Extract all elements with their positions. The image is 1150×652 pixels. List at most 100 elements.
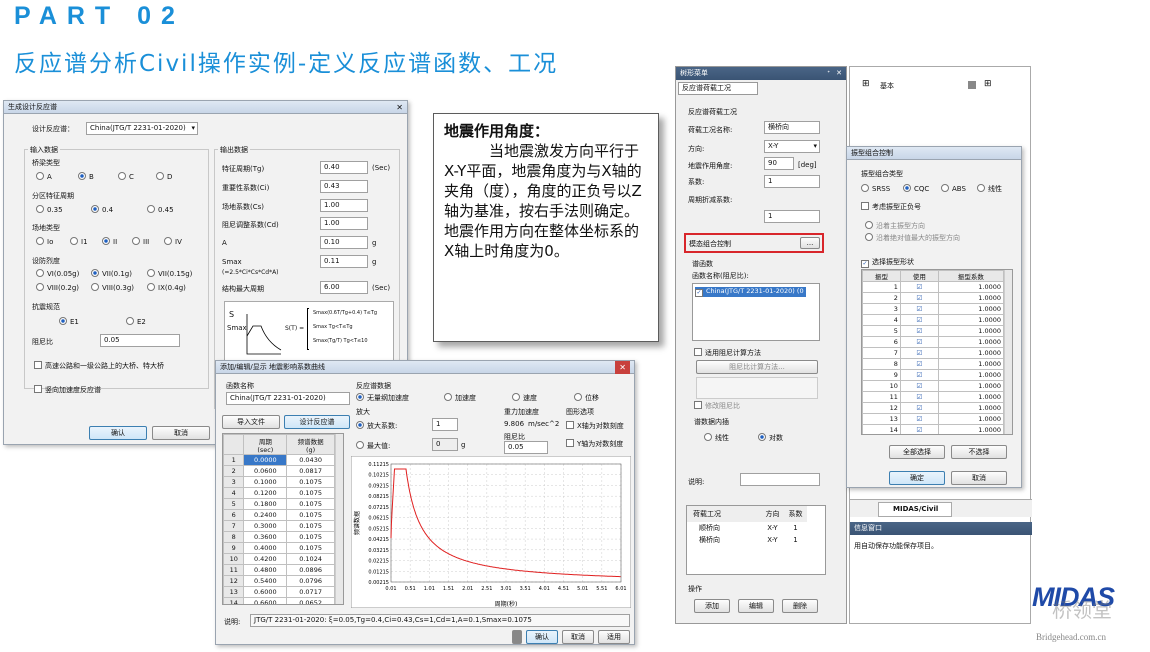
table-row[interactable]: 8 ☑ 1.0000	[862, 358, 1005, 370]
intensity-radio-1[interactable]: VI(0.05g)	[36, 269, 79, 278]
mode-ok-button[interactable]: 确定	[889, 471, 945, 485]
table-row[interactable]: 4 ☑ 1.0000	[862, 314, 1005, 326]
dir-select[interactable]: X-Y ▾	[764, 140, 820, 153]
period-radio-04[interactable]: 0.4	[91, 205, 113, 214]
use-checkbox[interactable]: ☑	[899, 325, 939, 337]
x-log-checkbox[interactable]: X轴为对数刻度	[566, 421, 624, 431]
linear-radio[interactable]: 线性	[977, 184, 1002, 194]
bridge-radio-d[interactable]: D	[156, 172, 172, 181]
mode-sign-checkbox[interactable]: 考虑振型正负号	[861, 202, 921, 212]
period-input[interactable]: 1	[764, 210, 820, 223]
table-row[interactable]: 10 ☑ 1.0000	[862, 380, 1005, 392]
hierarchy-icon-2[interactable]: ⊞	[984, 79, 992, 89]
sign-opt1-radio[interactable]: 沿着主振型方向	[865, 221, 925, 231]
fn-damp-input[interactable]: 0.05	[504, 441, 548, 454]
damping-method-checkbox[interactable]: 适用阻尼计算方法	[694, 348, 761, 358]
close-icon[interactable]: ✕	[396, 101, 403, 114]
data-radio-accel[interactable]: 加速度	[444, 393, 476, 403]
use-checkbox[interactable]: ☑	[899, 314, 939, 326]
max-value-radio[interactable]: 最大值:	[356, 441, 390, 451]
use-checkbox[interactable]: ☑	[899, 292, 939, 304]
damping-method-button[interactable]: 阻尼比计算方法...	[696, 360, 818, 374]
table-row[interactable]: 14 ☑ 1.0000	[862, 424, 1005, 434]
intensity-radio-3[interactable]: VII(0.15g)	[147, 269, 192, 278]
intensity-radio-6[interactable]: IX(0.4g)	[147, 283, 186, 292]
table-row[interactable]: 6 ☑ 1.0000	[862, 336, 1005, 348]
out-value[interactable]: 6.00	[320, 281, 368, 294]
bridge-radio-a[interactable]: A	[36, 172, 52, 181]
table-row[interactable]: 6 0.2400 0.1075	[223, 509, 335, 521]
use-checkbox[interactable]: ☑	[899, 281, 939, 293]
out-value[interactable]: 1.00	[320, 199, 368, 212]
lc-name-input[interactable]: 横桥向	[764, 121, 820, 134]
fn-name-input[interactable]: China(JTG/T 2231-01-2020)	[226, 392, 350, 405]
site-radio-io[interactable]: Io	[36, 237, 53, 246]
use-checkbox[interactable]: ☑	[899, 336, 939, 348]
grid-scrollbar[interactable]	[335, 434, 343, 604]
use-checkbox[interactable]: ☑	[899, 303, 939, 315]
close-icon[interactable]: ✕	[615, 361, 630, 374]
period-radio-035[interactable]: 0.35	[36, 205, 63, 214]
spectrum-data-grid[interactable]: 周期 (sec) 频谱数据 (g) 1 0.0000 0.0430 2 0.0600 0.08…	[222, 433, 344, 605]
table-row[interactable]: 12 ☑ 1.0000	[862, 402, 1005, 414]
table-row[interactable]: 7 ☑ 1.0000	[862, 347, 1005, 359]
table-row[interactable]: 1 ☑ 1.0000	[862, 281, 1005, 293]
data-radio-velocity[interactable]: 速度	[512, 393, 537, 403]
out-value[interactable]: 0.40	[320, 161, 368, 174]
use-checkbox[interactable]: ☑	[899, 391, 939, 403]
use-checkbox[interactable]: ☑	[899, 347, 939, 359]
import-file-button[interactable]: 导入文件	[222, 415, 280, 429]
code-radio-e1[interactable]: E1	[59, 317, 79, 326]
table-row[interactable]: 13 0.6000 0.0717	[223, 586, 335, 598]
fn-ok-button[interactable]: 确认	[526, 630, 558, 644]
design-spectrum-button[interactable]: 设计反应谱	[284, 415, 350, 429]
select-none-button[interactable]: 不选择	[951, 445, 1007, 459]
intensity-radio-2[interactable]: VII(0.1g)	[91, 269, 132, 278]
table-row[interactable]: 2 0.0600 0.0817	[223, 465, 335, 477]
table-row[interactable]: 9 0.4000 0.1075	[223, 542, 335, 554]
ok-button[interactable]: 确认	[89, 426, 147, 440]
bridge-radio-b[interactable]: B	[78, 172, 94, 181]
site-radio-i1[interactable]: I1	[70, 237, 88, 246]
close-icon[interactable]: ✕	[836, 67, 842, 80]
use-checkbox[interactable]: ☑	[899, 424, 939, 434]
intensity-radio-5[interactable]: VIII(0.3g)	[91, 283, 134, 292]
amp-factor-input[interactable]: 1	[432, 418, 458, 431]
spectrum-function-list[interactable]: China(JTG/T 2231-01-2020) (0	[692, 283, 820, 341]
mode-grid[interactable]: 振型 使用 振型系数 1 ☑ 1.0000 2 ☑ 1.0000 3 ☑ 1.0000 4 ☑ 1.0…	[861, 269, 1013, 435]
table-row[interactable]: 12 0.5400 0.0796	[223, 575, 335, 587]
add-button[interactable]: 添加	[694, 599, 730, 613]
cancel-button[interactable]: 取消	[152, 426, 210, 440]
mode-scrollbar[interactable]	[1004, 270, 1012, 434]
y-log-checkbox[interactable]: Y轴为对数刻度	[566, 439, 623, 449]
use-checkbox[interactable]: ☑	[899, 369, 939, 381]
table-row[interactable]: 14 0.6600 0.0652	[223, 597, 335, 604]
table-row[interactable]: 8 0.3600 0.1075	[223, 531, 335, 543]
intensity-radio-4[interactable]: VIII(0.2g)	[36, 283, 79, 292]
code-radio-e2[interactable]: E2	[126, 317, 146, 326]
interp-linear-radio[interactable]: 线性	[704, 433, 729, 443]
fn-cancel-button[interactable]: 取消	[562, 630, 594, 644]
table-row[interactable]: 10 0.4200 0.1024	[223, 553, 335, 565]
damping-input[interactable]: 0.05	[100, 334, 180, 347]
desc-input[interactable]: JTG/T 2231-01-2020: ξ=0.05,Tg=0.4,Ci=0.4…	[250, 614, 630, 627]
use-checkbox[interactable]: ☑	[899, 402, 939, 414]
bridge-radio-c[interactable]: C	[118, 172, 134, 181]
select-all-button[interactable]: 全部选择	[889, 445, 945, 459]
use-checkbox[interactable]: ☑	[899, 358, 939, 370]
abs-radio[interactable]: ABS	[941, 184, 966, 193]
out-value[interactable]: 0.10	[320, 236, 368, 249]
spec-select[interactable]: China(JTG/T 2231-01-2020) ▾	[86, 122, 198, 135]
delete-button[interactable]: 删除	[782, 599, 818, 613]
angle-input[interactable]: 90	[764, 157, 794, 170]
sign-opt2-radio[interactable]: 沿着绝对值最大的振型方向	[865, 233, 960, 243]
vertical-spectrum-checkbox[interactable]: 竖向加速度反应谱	[34, 385, 101, 395]
table-row[interactable]: 4 0.1200 0.1075	[223, 487, 335, 499]
table-row[interactable]: 2 ☑ 1.0000	[862, 292, 1005, 304]
tree-desc-input[interactable]	[740, 473, 820, 486]
select-mode-checkbox[interactable]: 选择振型形状	[861, 257, 914, 268]
amp-factor-radio[interactable]: 放大系数:	[356, 421, 397, 431]
site-radio-ii[interactable]: II	[102, 237, 117, 246]
site-radio-iii[interactable]: III	[132, 237, 149, 246]
edit-button[interactable]: 编辑	[738, 599, 774, 613]
